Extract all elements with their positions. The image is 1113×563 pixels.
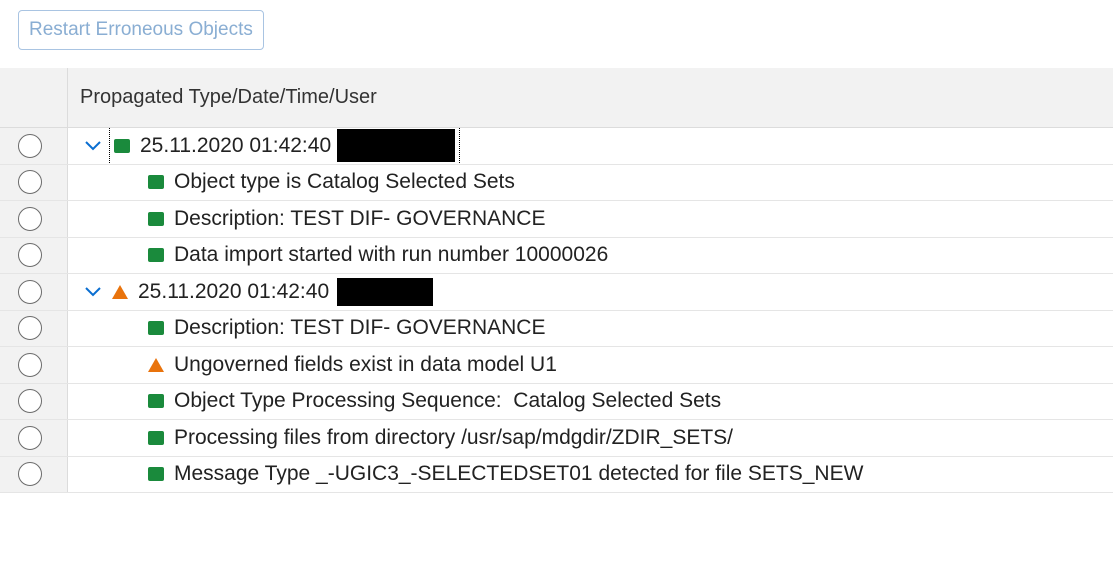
- row-content: 25.11.2020 01:42:40: [68, 128, 1113, 164]
- row-content: Processing files from directory /usr/sap…: [68, 420, 1113, 456]
- row-select-radio[interactable]: [18, 425, 42, 450]
- row-text: 25.11.2020 01:42:40: [140, 133, 332, 157]
- row-content: Message Type _-UGIC3_-SELECTEDSET01 dete…: [68, 457, 1113, 493]
- row-content: Description: TEST DIF- GOVERNANCE: [68, 311, 1113, 347]
- row-text: Data import started with run number 1000…: [174, 243, 609, 267]
- row-content: Data import started with run number 1000…: [68, 238, 1113, 274]
- row-text: Description: TEST DIF- GOVERNANCE: [174, 206, 546, 230]
- row-content: Ungoverned fields exist in data model U1: [68, 347, 1113, 383]
- table-row[interactable]: Object Type Processing Sequence: Catalog…: [0, 383, 1113, 420]
- column-header-propagated: Propagated Type/Date/Time/User: [80, 86, 377, 108]
- row-select-cell: [0, 201, 68, 237]
- table-row[interactable]: 25.11.2020 01:42:40: [0, 274, 1113, 311]
- green-square-icon: [148, 321, 164, 336]
- row-text: Description: TEST DIF- GOVERNANCE: [174, 316, 546, 340]
- table-row[interactable]: Description: TEST DIF- GOVERNANCE: [0, 201, 1113, 238]
- restart-erroneous-objects-button[interactable]: Restart Erroneous Objects: [18, 10, 264, 50]
- row-select-radio[interactable]: [18, 279, 42, 304]
- log-table: Propagated Type/Date/Time/User 25.11.202…: [0, 68, 1113, 493]
- row-select-cell: [0, 347, 68, 383]
- chevron-down-icon[interactable]: [82, 281, 104, 303]
- toolbar: Restart Erroneous Objects: [0, 0, 1113, 62]
- row-text: Ungoverned fields exist in data model U1: [174, 352, 557, 376]
- row-select-cell: [0, 310, 68, 346]
- row-select-cell: [0, 456, 68, 492]
- row-text: Object Type Processing Sequence: Catalog…: [174, 389, 722, 413]
- warning-triangle-icon: [112, 284, 128, 299]
- row-select-radio[interactable]: [18, 352, 42, 377]
- row-select-radio[interactable]: [18, 389, 42, 414]
- table-row[interactable]: Description: TEST DIF- GOVERNANCE: [0, 310, 1113, 347]
- green-square-icon: [148, 467, 164, 482]
- row-select-radio[interactable]: [18, 206, 42, 231]
- row-select-radio[interactable]: [18, 133, 42, 158]
- row-select-radio[interactable]: [18, 170, 42, 195]
- green-square-icon: [114, 138, 130, 153]
- row-text: Message Type _-UGIC3_-SELECTEDSET01 dete…: [174, 462, 864, 486]
- row-text: Processing files from directory /usr/sap…: [174, 425, 734, 449]
- row-text: 25.11.2020 01:42:40: [138, 279, 330, 303]
- row-content: Object Type Processing Sequence: Catalog…: [68, 384, 1113, 420]
- table-row[interactable]: Processing files from directory /usr/sap…: [0, 420, 1113, 457]
- green-square-icon: [148, 175, 164, 190]
- redacted-user-block: [337, 129, 456, 163]
- row-select-radio[interactable]: [18, 462, 42, 487]
- redacted-user-block: [337, 277, 434, 306]
- row-content: Description: TEST DIF- GOVERNANCE: [68, 201, 1113, 237]
- green-square-icon: [148, 394, 164, 409]
- chevron-down-icon[interactable]: [82, 135, 104, 157]
- row-content: Object type is Catalog Selected Sets: [68, 165, 1113, 201]
- row-text: Object type is Catalog Selected Sets: [174, 170, 515, 194]
- header-select-cell: [0, 68, 68, 127]
- warning-triangle-icon: [148, 357, 164, 372]
- row-select-cell: [0, 164, 68, 200]
- row-select-cell: [0, 383, 68, 419]
- green-square-icon: [148, 430, 164, 445]
- header-cell: Propagated Type/Date/Time/User: [68, 68, 1113, 127]
- green-square-icon: [148, 248, 164, 263]
- focused-node: 25.11.2020 01:42:40: [108, 128, 461, 164]
- row-select-cell: [0, 274, 68, 310]
- green-square-icon: [148, 211, 164, 226]
- table-row[interactable]: Data import started with run number 1000…: [0, 237, 1113, 274]
- table-row[interactable]: Ungoverned fields exist in data model U1: [0, 347, 1113, 384]
- table-row[interactable]: Message Type _-UGIC3_-SELECTEDSET01 dete…: [0, 456, 1113, 493]
- row-select-radio[interactable]: [18, 243, 42, 268]
- row-content: 25.11.2020 01:42:40: [68, 274, 1113, 310]
- table-row[interactable]: 25.11.2020 01:42:40: [0, 128, 1113, 165]
- row-select-cell: [0, 237, 68, 273]
- table-header-row: Propagated Type/Date/Time/User: [0, 68, 1113, 128]
- table-row[interactable]: Object type is Catalog Selected Sets: [0, 164, 1113, 201]
- row-select-cell: [0, 128, 68, 164]
- row-select-radio[interactable]: [18, 316, 42, 341]
- row-select-cell: [0, 420, 68, 456]
